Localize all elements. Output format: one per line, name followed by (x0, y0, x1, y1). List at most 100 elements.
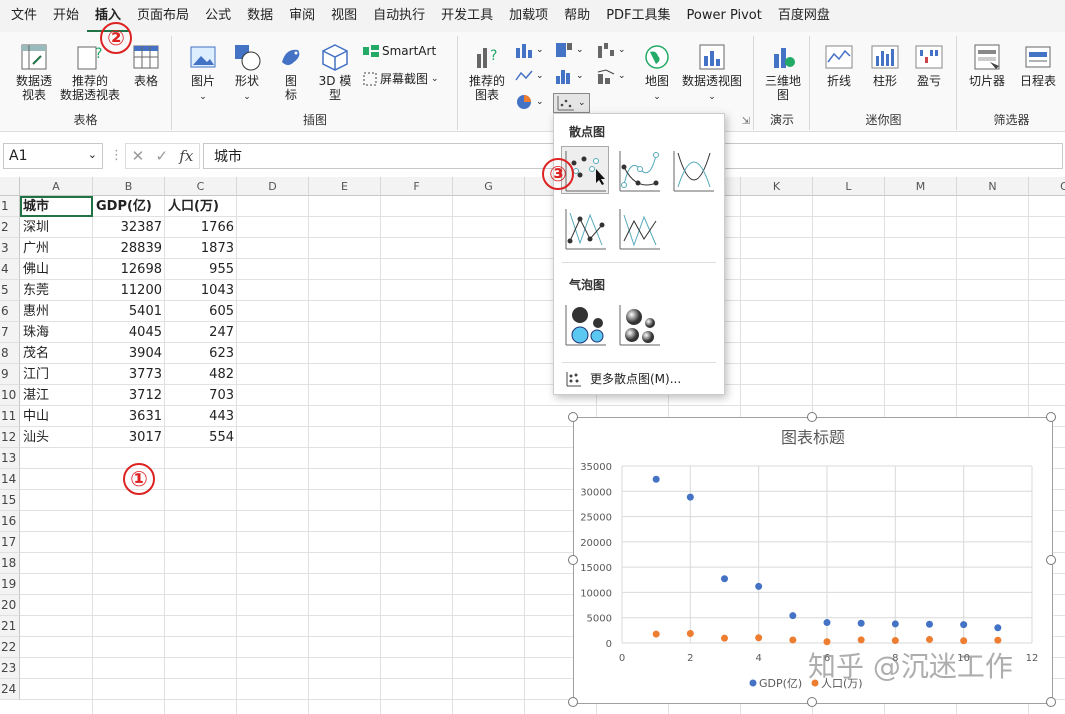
menu-tab-1[interactable]: 开始 (45, 0, 87, 32)
menu-tab-10[interactable]: 加载项 (501, 0, 556, 32)
cell[interactable]: 623 (165, 343, 237, 364)
row-header-4[interactable]: 4 (0, 259, 20, 280)
cell[interactable]: 茂名 (20, 343, 93, 364)
cell[interactable]: 湛江 (20, 385, 93, 406)
recommended-charts-button[interactable]: ? 推荐的 图表 (467, 42, 507, 102)
row-header-18[interactable]: 18 (0, 553, 20, 574)
cell[interactable]: 554 (165, 427, 237, 448)
column-header-L[interactable]: L (813, 177, 885, 196)
resize-handle[interactable] (568, 412, 578, 422)
column-header-N[interactable]: N (957, 177, 1029, 196)
column-header-E[interactable]: E (309, 177, 381, 196)
resize-handle[interactable] (807, 412, 817, 422)
sparkline-column-button[interactable]: 柱形 (867, 42, 903, 88)
cell[interactable]: 汕头 (20, 427, 93, 448)
menu-tab-13[interactable]: Power Pivot (679, 0, 770, 32)
column-header-C[interactable]: C (165, 177, 237, 196)
slicer-button[interactable]: 切片器 (964, 42, 1010, 88)
waterfall-chart-button[interactable]: ⌄ (597, 42, 626, 58)
cell[interactable]: 1766 (165, 217, 237, 238)
pivot-chart-button[interactable]: 数据透视图 ⌄ (679, 42, 745, 104)
row-header-21[interactable]: 21 (0, 616, 20, 637)
row-header-8[interactable]: 8 (0, 343, 20, 364)
cell[interactable]: 珠海 (20, 322, 93, 343)
shapes-button[interactable]: 形状 ⌄ (229, 42, 265, 104)
screenshot-button[interactable]: 屏幕截图 ⌄ (363, 70, 439, 87)
cell[interactable]: 605 (165, 301, 237, 322)
menu-tab-14[interactable]: 百度网盘 (770, 0, 838, 32)
scatter-smooth-lines-markers-option[interactable] (615, 146, 663, 194)
cell[interactable]: 3712 (93, 385, 165, 406)
row-header-12[interactable]: 12 (0, 427, 20, 448)
cell[interactable]: 703 (165, 385, 237, 406)
cell[interactable]: 1043 (165, 280, 237, 301)
row-header-17[interactable]: 17 (0, 532, 20, 553)
timeline-button[interactable]: 日程表 (1014, 42, 1062, 88)
cell[interactable]: 广州 (20, 238, 93, 259)
menu-tab-4[interactable]: 公式 (197, 0, 239, 32)
row-header-15[interactable]: 15 (0, 490, 20, 511)
cell[interactable]: 佛山 (20, 259, 93, 280)
select-all-corner[interactable] (0, 177, 20, 196)
cell[interactable]: 5401 (93, 301, 165, 322)
resize-handle[interactable] (807, 697, 817, 707)
row-header-3[interactable]: 3 (0, 238, 20, 259)
menu-tab-0[interactable]: 文件 (3, 0, 45, 32)
row-header-24[interactable]: 24 (0, 679, 20, 700)
hierarchy-chart-button[interactable]: ⌄ (555, 42, 584, 58)
table-button[interactable]: 表格 (126, 42, 166, 88)
insert-function-button[interactable]: fx (179, 147, 193, 165)
cell[interactable]: 4045 (93, 322, 165, 343)
cell[interactable]: 443 (165, 406, 237, 427)
name-box[interactable]: A1 ⌄ (3, 143, 103, 169)
cell[interactable]: 32387 (93, 217, 165, 238)
menu-tab-8[interactable]: 自动执行 (365, 0, 433, 32)
3d-model-button[interactable]: 3D 模 型 (315, 42, 355, 102)
cell[interactable]: 1873 (165, 238, 237, 259)
scatter-straight-lines-option[interactable] (615, 204, 663, 252)
cell[interactable]: 深圳 (20, 217, 93, 238)
cell[interactable]: 江门 (20, 364, 93, 385)
scatter-straight-lines-markers-option[interactable] (561, 204, 609, 252)
row-header-7[interactable]: 7 (0, 322, 20, 343)
sparkline-line-button[interactable]: 折线 (821, 42, 857, 88)
3d-bubble-option[interactable] (615, 300, 663, 348)
cell[interactable]: 人口(万) (165, 196, 237, 217)
cell[interactable]: 3017 (93, 427, 165, 448)
menu-tab-3[interactable]: 页面布局 (129, 0, 197, 32)
cell[interactable]: 28839 (93, 238, 165, 259)
resize-handle[interactable] (1046, 554, 1056, 565)
pie-chart-button[interactable]: ⌄ (515, 94, 544, 110)
3d-map-button[interactable]: 三维地 图 (761, 42, 805, 102)
row-header-14[interactable]: 14 (0, 469, 20, 490)
cell[interactable]: 中山 (20, 406, 93, 427)
cell[interactable]: 955 (165, 259, 237, 280)
column-header-M[interactable]: M (885, 177, 957, 196)
cell[interactable]: 482 (165, 364, 237, 385)
menu-tab-12[interactable]: PDF工具集 (598, 0, 678, 32)
menu-tab-5[interactable]: 数据 (239, 0, 281, 32)
row-header-22[interactable]: 22 (0, 637, 20, 658)
row-header-5[interactable]: 5 (0, 280, 20, 301)
row-header-23[interactable]: 23 (0, 658, 20, 679)
column-header-O[interactable]: O (1029, 177, 1065, 196)
cell[interactable]: 3631 (93, 406, 165, 427)
column-header-A[interactable]: A (20, 177, 93, 196)
row-header-9[interactable]: 9 (0, 364, 20, 385)
bubble-option[interactable] (561, 300, 609, 348)
resize-handle[interactable] (568, 697, 578, 707)
map-chart-button[interactable]: 地图 ⌄ (641, 42, 673, 104)
column-header-F[interactable]: F (381, 177, 453, 196)
cancel-icon[interactable]: ✕ (132, 147, 145, 165)
active-cell[interactable] (20, 196, 93, 217)
menu-tab-6[interactable]: 审阅 (281, 0, 323, 32)
row-header-1[interactable]: 1 (0, 196, 20, 217)
cell[interactable]: 3904 (93, 343, 165, 364)
row-header-19[interactable]: 19 (0, 574, 20, 595)
column-header-G[interactable]: G (453, 177, 525, 196)
row-header-10[interactable]: 10 (0, 385, 20, 406)
charts-dialog-launcher-icon[interactable]: ⇲ (742, 116, 750, 127)
line-chart-button[interactable]: ⌄ (515, 68, 544, 84)
menu-tab-11[interactable]: 帮助 (556, 0, 598, 32)
cell[interactable]: 惠州 (20, 301, 93, 322)
